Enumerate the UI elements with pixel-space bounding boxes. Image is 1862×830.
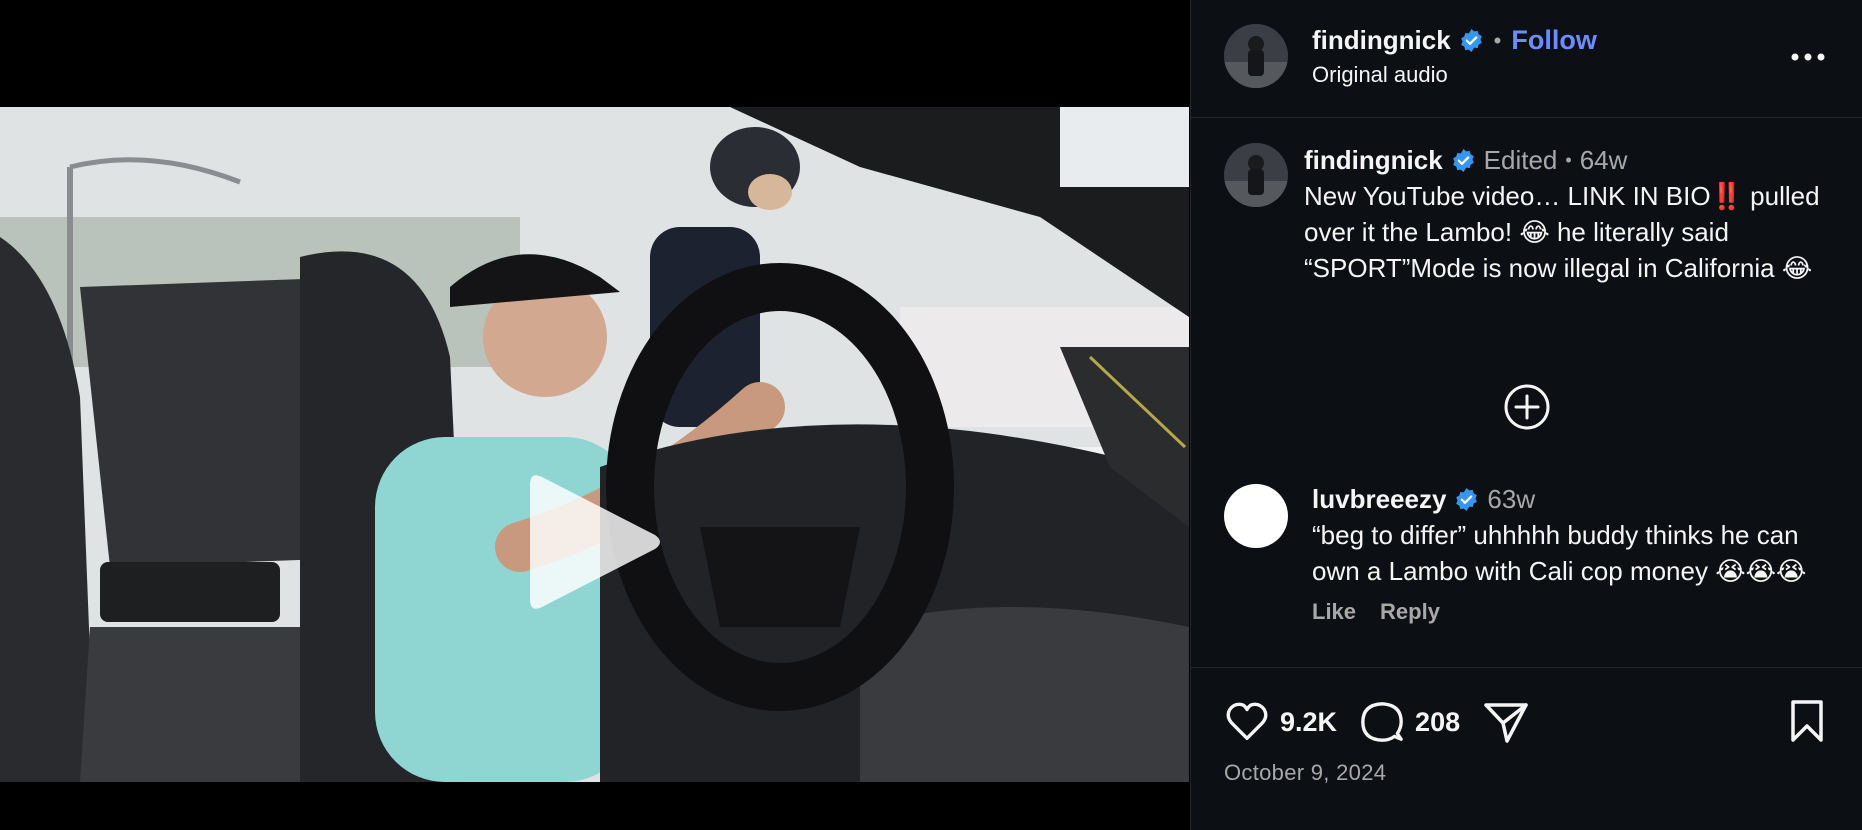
- comment-bubble-icon: [1361, 702, 1403, 742]
- comment-like-button[interactable]: Like: [1312, 599, 1356, 625]
- comment-button[interactable]: 208: [1359, 699, 1460, 745]
- bookmark-icon[interactable]: [1784, 698, 1830, 744]
- avatar[interactable]: [1224, 484, 1288, 548]
- post-date[interactable]: October 9, 2024: [1224, 760, 1386, 786]
- like-button[interactable]: 9.2K: [1224, 699, 1337, 745]
- comment-reply-button[interactable]: Reply: [1380, 599, 1440, 625]
- more-options-button[interactable]: [1785, 40, 1831, 74]
- like-count[interactable]: 9.2K: [1280, 707, 1337, 738]
- more-horizontal-icon: [1791, 53, 1825, 61]
- separator-dot: •: [1565, 150, 1572, 170]
- comment-item: luvbreeezy 63w “beg to differ” uhhhhh bu…: [1312, 484, 1842, 625]
- comment-text: “beg to differ” uhhhhh buddy thinks he c…: [1312, 520, 1807, 586]
- follow-button[interactable]: Follow: [1511, 25, 1596, 56]
- video-frame[interactable]: [0, 107, 1189, 782]
- video-still: [0, 107, 1189, 782]
- original-audio-link[interactable]: Original audio: [1312, 62, 1448, 88]
- separator-dot: •: [1493, 27, 1502, 53]
- plus-circle-icon[interactable]: [1503, 383, 1551, 431]
- caption-text: New YouTube video… LINK IN BIO‼️ pulled …: [1304, 181, 1820, 283]
- caption-username[interactable]: findingnick: [1304, 145, 1443, 176]
- post-header: findingnick • Follow Original audio: [1191, 0, 1862, 118]
- edited-label: Edited: [1483, 145, 1558, 175]
- header-username[interactable]: findingnick: [1312, 25, 1451, 56]
- avatar[interactable]: [1224, 143, 1288, 207]
- video-player[interactable]: [0, 0, 1189, 830]
- avatar[interactable]: [1224, 24, 1288, 88]
- verified-badge-icon: [1456, 488, 1478, 511]
- play-icon[interactable]: [520, 467, 670, 617]
- verified-badge-icon: [1460, 29, 1482, 52]
- heart-icon: [1226, 702, 1268, 740]
- comment-count: 208: [1415, 706, 1461, 737]
- paper-plane-icon[interactable]: [1482, 698, 1530, 746]
- verified-badge-icon: [1452, 149, 1474, 172]
- caption: findingnick Edited • 64w New YouTube vid…: [1304, 145, 1834, 286]
- comment-age[interactable]: 63w: [1487, 484, 1535, 515]
- comment-username[interactable]: luvbreeezy: [1312, 484, 1446, 515]
- caption-age[interactable]: 64w: [1580, 145, 1628, 176]
- comments-list[interactable]: findingnick Edited • 64w New YouTube vid…: [1191, 119, 1862, 667]
- post-side-panel: findingnick • Follow Original audio find…: [1190, 0, 1862, 830]
- post-actions: 9.2K 208 October 9, 2024: [1191, 667, 1862, 830]
